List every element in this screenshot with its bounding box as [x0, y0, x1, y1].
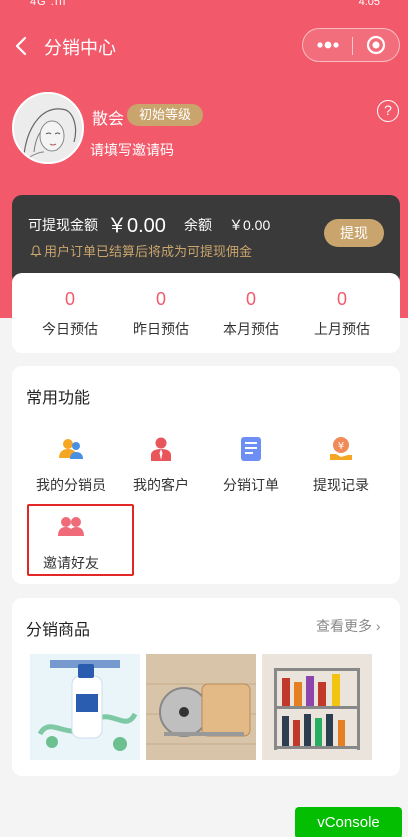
estimate-last-month[interactable]: 0 上月预估	[302, 289, 382, 339]
invite-code-label: 填写邀请码	[104, 142, 174, 158]
more-options-icon[interactable]	[303, 29, 352, 61]
spice-rack-image	[262, 654, 372, 760]
estimate-value: 0	[336, 289, 347, 309]
function-label: 我的分销员	[36, 477, 106, 493]
distributor-icon	[59, 439, 83, 459]
shampoo-product-image	[30, 654, 140, 760]
section-title: 常用功能	[26, 390, 91, 407]
estimate-value: 0	[245, 289, 256, 309]
view-more-label: 查看更多	[316, 618, 372, 634]
status-time: 4:05	[358, 0, 380, 8]
section-title: 分销商品	[26, 622, 91, 639]
estimates-card: 0 今日预估 0 昨日预估 0 本月预估 0 上月预估	[12, 273, 400, 353]
my-distributors-button[interactable]: 我的分销员	[26, 436, 116, 495]
order-icon	[241, 437, 261, 461]
estimate-value: 0	[64, 289, 75, 309]
balance-hint-text: 用户订单已结算后将成为可提现佣金	[44, 244, 253, 259]
product-card[interactable]	[146, 654, 256, 760]
withdraw-records-button[interactable]: ¥ 提现记录	[296, 436, 386, 495]
bell-icon	[30, 245, 42, 257]
remaining-amount: ￥0.00	[229, 217, 271, 233]
remaining-label: 余额	[184, 217, 212, 233]
estimate-label: 上月预估	[314, 321, 370, 337]
pot-lid-rack-image	[146, 654, 256, 760]
vconsole-button[interactable]: vConsole	[295, 807, 402, 837]
withdrawable-amount: ￥0.00	[107, 215, 166, 237]
estimate-yesterday[interactable]: 0 昨日预估	[121, 289, 201, 339]
username: 散会	[92, 111, 125, 128]
invite-code-link[interactable]: 请填写邀请码	[90, 140, 174, 160]
balance-hint: 用户订单已结算后将成为可提现佣金	[30, 241, 252, 260]
status-bar: 4G .ııl 4:05	[0, 0, 408, 12]
help-icon[interactable]: ?	[377, 100, 399, 122]
estimate-this-month[interactable]: 0 本月预估	[211, 289, 291, 339]
function-label: 提现记录	[313, 477, 369, 493]
level-badge: 初始等级	[127, 104, 204, 126]
page-title: 分销中心	[44, 38, 116, 58]
common-functions-card: 常用功能 我的分销员 我的客户 分销订单 ¥ 提现记录 邀请好友	[12, 366, 400, 584]
estimate-label: 今日预估	[42, 321, 98, 337]
function-label: 我的客户	[133, 477, 189, 493]
mini-program-capsule	[302, 28, 400, 62]
distribution-products-card: 分销商品 查看更多 ›	[12, 598, 400, 776]
balance-card: 可提现金额 ￥0.00 余额 ￥0.00 用户订单已结算后将成为可提现佣金 提现	[12, 195, 400, 285]
distribution-orders-button[interactable]: 分销订单	[206, 436, 296, 495]
customer-icon	[151, 437, 171, 461]
withdraw-button[interactable]: 提现	[324, 219, 384, 247]
product-card[interactable]	[30, 654, 140, 760]
estimate-value: 0	[155, 289, 166, 309]
estimate-label: 昨日预估	[133, 321, 189, 337]
estimate-label: 本月预估	[223, 321, 279, 337]
highlight-annotation-box	[27, 504, 134, 576]
svg-text:¥: ¥	[338, 441, 344, 452]
product-card[interactable]	[262, 654, 372, 760]
withdraw-record-icon: ¥	[330, 437, 352, 460]
close-mini-program-icon[interactable]	[353, 29, 400, 61]
back-arrow-icon[interactable]	[12, 34, 32, 58]
avatar[interactable]	[12, 92, 84, 164]
view-more-link[interactable]: 查看更多 ›	[316, 616, 381, 636]
status-signal: 4G .ııl	[30, 0, 67, 8]
estimate-today[interactable]: 0 今日预估	[30, 289, 110, 339]
withdrawable-label: 可提现金额	[28, 217, 98, 233]
function-label: 分销订单	[223, 477, 279, 493]
my-customers-button[interactable]: 我的客户	[116, 436, 206, 495]
nav-bar: 分销中心	[0, 24, 408, 68]
